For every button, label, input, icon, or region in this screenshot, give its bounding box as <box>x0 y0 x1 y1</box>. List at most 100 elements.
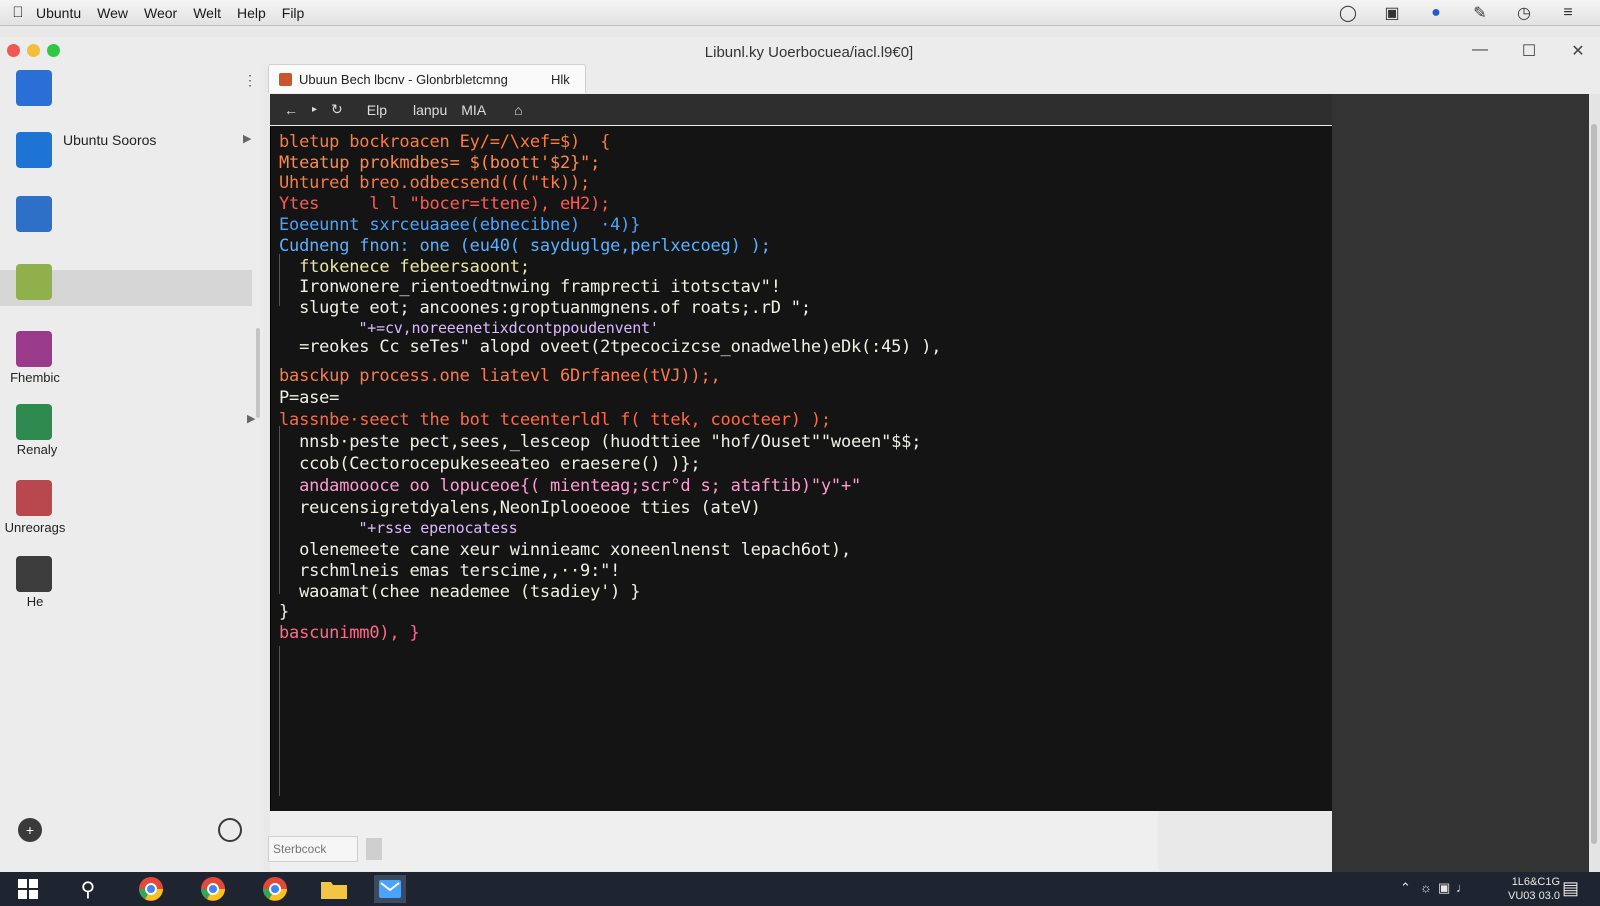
notifications-icon[interactable]: ▤ <box>1562 878 1579 899</box>
add-icon[interactable]: + <box>18 818 42 842</box>
menu-welt[interactable]: Welt <box>193 5 221 21</box>
tab-title: Ubuun Bech lbcnv - Glonbrbletcmng <box>299 72 508 87</box>
toolbar-item-elp[interactable]: Elp <box>367 102 387 118</box>
terminal-line: Ytes l l "bocer=ttene), eH2); <box>279 194 611 214</box>
user-icon[interactable] <box>16 556 52 592</box>
bottom-panel <box>270 811 1158 871</box>
wifi-icon[interactable]: ☼ <box>1420 880 1432 895</box>
close-button[interactable]: ✕ <box>1563 41 1593 63</box>
terminal-line: reucensigretdyalens,NeonIplooeooe tties … <box>279 498 761 518</box>
chevron-right-icon[interactable]: ▶ <box>247 412 255 425</box>
layers-icon[interactable] <box>16 70 52 106</box>
terminal-line: ftokenece febeersaoont; <box>279 257 530 277</box>
terminal-line: bascunimm0), } <box>279 623 420 643</box>
window-title: Libunl.ky Uoerbocuea/iacl.l9€0] <box>704 44 914 61</box>
right-dark-panel <box>1332 94 1600 872</box>
terminal-line: basckup process.one liatevl 6Drfanee(tVJ… <box>279 366 721 386</box>
volume-icon[interactable]: ♩ <box>1456 880 1469 895</box>
battery-icon[interactable]: ▣ <box>1438 880 1450 896</box>
home-icon[interactable]: ⌂ <box>514 102 522 118</box>
vertical-scrollbar[interactable] <box>1589 94 1600 872</box>
more-options-icon[interactable]: ⋮ <box>243 72 257 89</box>
menubar-status-icons: ◯ ▣ ● ✎ ◷ ≡ <box>1326 3 1590 23</box>
window-title-bar: Libunl.ky Uoerbocuea/iacl.l9€0] — ☐ ✕ <box>0 37 1600 67</box>
back-arrow-icon[interactable]: ← <box>284 102 298 118</box>
terminal-line: slugte eot; ancoones:groptuanmgnens.of r… <box>279 298 811 318</box>
image-icon[interactable]: ▣ <box>1370 3 1414 23</box>
terminal-line: P=ase= <box>279 388 340 408</box>
terminal-line: Cudneng fnon: one (eu40( sayduglge,perlx… <box>279 236 771 256</box>
sidebar-item-label: Renaly <box>16 442 58 457</box>
terminal-line: } <box>279 602 290 622</box>
forward-arrow-icon[interactable]: ▸ <box>312 104 317 115</box>
terminal-line: Mteatup prokmdbes= $(boott'$2}"; <box>279 153 601 173</box>
mail-app-icon[interactable] <box>374 875 406 903</box>
menu-view[interactable]: Wew <box>97 5 128 21</box>
apple-menu-icon[interactable]:  <box>0 4 36 21</box>
launcher-sidebar: ⋮ Ubuntu Sooros ▶ Fhembic Renaly ▶ Unreo… <box>0 66 263 872</box>
terminal-line: ccob(Cectorocepukeseeateo eraesere() )}; <box>279 454 701 474</box>
sidebar-item-label: Unreorags <box>4 520 66 535</box>
tab-favicon-icon <box>279 73 292 86</box>
scrollbar-thumb[interactable] <box>1591 124 1597 844</box>
terminal-line: "+=cv,noreeenetixdcontppoudenvent' <box>279 319 659 337</box>
music-icon[interactable] <box>16 331 52 367</box>
active-tab[interactable]: Ubuun Bech lbcnv - Glonbrbletcmng Hlk <box>268 64 586 93</box>
maximize-button[interactable]: ☐ <box>1514 41 1544 63</box>
power-icon[interactable] <box>218 818 242 842</box>
menu-filp[interactable]: Filp <box>282 5 305 21</box>
terminal-line: waoamat(chee neademee (tsadiey') } <box>279 582 641 602</box>
chat-bubble-icon[interactable]: ◯ <box>1326 3 1370 23</box>
globe-icon[interactable]: ● <box>1414 3 1458 23</box>
terminal-line: Ironwonere_rientoedtnwing framprecti ito… <box>279 277 781 297</box>
windows-start-icon[interactable] <box>12 875 44 903</box>
chrome-icon[interactable] <box>259 875 291 903</box>
reload-icon[interactable]: ↻ <box>331 101 343 118</box>
menu-weor[interactable]: Weor <box>144 5 177 21</box>
terminal-line: "+rsse epenocatess <box>279 519 518 537</box>
taskbar: ⚲ ⌃ ☼ ▣ ♩ 1L6&C1G VU03 03.0 ▤ <box>0 872 1600 906</box>
notes-icon[interactable] <box>16 264 52 300</box>
terminal-line: andamoooce oo lopuceoe{( mienteag;scr°d … <box>279 476 862 496</box>
bottom-search-input[interactable] <box>268 836 358 862</box>
terminal-line: bletup bockroacen Ey/=/\xef=$) { <box>279 132 611 152</box>
clock-time: 1L6&C1G <box>1511 876 1560 888</box>
chrome-icon[interactable] <box>197 875 229 903</box>
tab-strip: Ubuun Bech lbcnv - Glonbrbletcmng Hlk <box>268 64 1600 94</box>
terminal-line: =reokes Cc seTes" alopd oveet(2tpecocizc… <box>279 337 942 357</box>
toolbar-item-lanpu[interactable]: lanpu <box>413 102 447 118</box>
chrome-icon[interactable] <box>135 875 167 903</box>
sidebar-scrollbar[interactable] <box>256 328 260 418</box>
chat-icon[interactable] <box>16 404 52 440</box>
clock-date: VU03 03.0 <box>1508 890 1560 902</box>
browser-toolbar: ← ▸ ↻ Elp lanpu MIA ⌂ <box>270 94 1332 125</box>
bottom-toggle-button[interactable] <box>366 838 382 860</box>
search-icon[interactable]: ⚲ <box>72 875 104 903</box>
tray-chevron-icon[interactable]: ⌃ <box>1400 880 1411 896</box>
edit-icon[interactable]: ✎ <box>1458 3 1502 23</box>
folder-icon[interactable] <box>318 875 350 903</box>
terminal-line: Uhtured breo.odbecsend((("tk)); <box>279 173 591 193</box>
chevron-right-icon[interactable]: ▶ <box>243 132 251 145</box>
menu-help[interactable]: Help <box>237 5 266 21</box>
top-menu-bar:  Ubuntu Wew Weor Welt Help Filp ◯ ▣ ● ✎… <box>0 0 1600 26</box>
minimize-button[interactable]: — <box>1465 41 1495 63</box>
tab-extra-label: Hlk <box>551 72 570 87</box>
sidebar-item-label: Fhembic <box>10 370 60 385</box>
terminal-line: rschmlneis emas terscime,,··9:"! <box>279 561 621 581</box>
sidebar-item-label[interactable]: Ubuntu Sooros <box>63 132 156 148</box>
terminal-output[interactable]: bletup bockroacen Ey/=/\xef=$) {Mteatup … <box>270 126 1332 811</box>
terminal-line: olenemeete cane xeur winnieamc xoneenlne… <box>279 540 851 560</box>
terminal-line: lassnbe·seect the bot tceenterldl f( tte… <box>279 410 831 430</box>
indent-guide <box>279 646 280 796</box>
list-icon[interactable] <box>16 132 52 168</box>
clock-icon[interactable]: ◷ <box>1502 3 1546 23</box>
terminal-line: Eoeeunnt sxrceuaaee(ebnecibne) ·4)} <box>279 215 641 235</box>
system-clock[interactable]: 1L6&C1G VU03 03.0 <box>1508 875 1560 903</box>
document-icon[interactable] <box>16 196 52 232</box>
sidebar-item-label: He <box>26 594 44 609</box>
paint-icon[interactable] <box>16 480 52 516</box>
menu-extra-icon[interactable]: ≡ <box>1546 3 1590 23</box>
menu-ubuntu[interactable]: Ubuntu <box>36 5 81 21</box>
toolbar-item-mia[interactable]: MIA <box>461 102 486 118</box>
